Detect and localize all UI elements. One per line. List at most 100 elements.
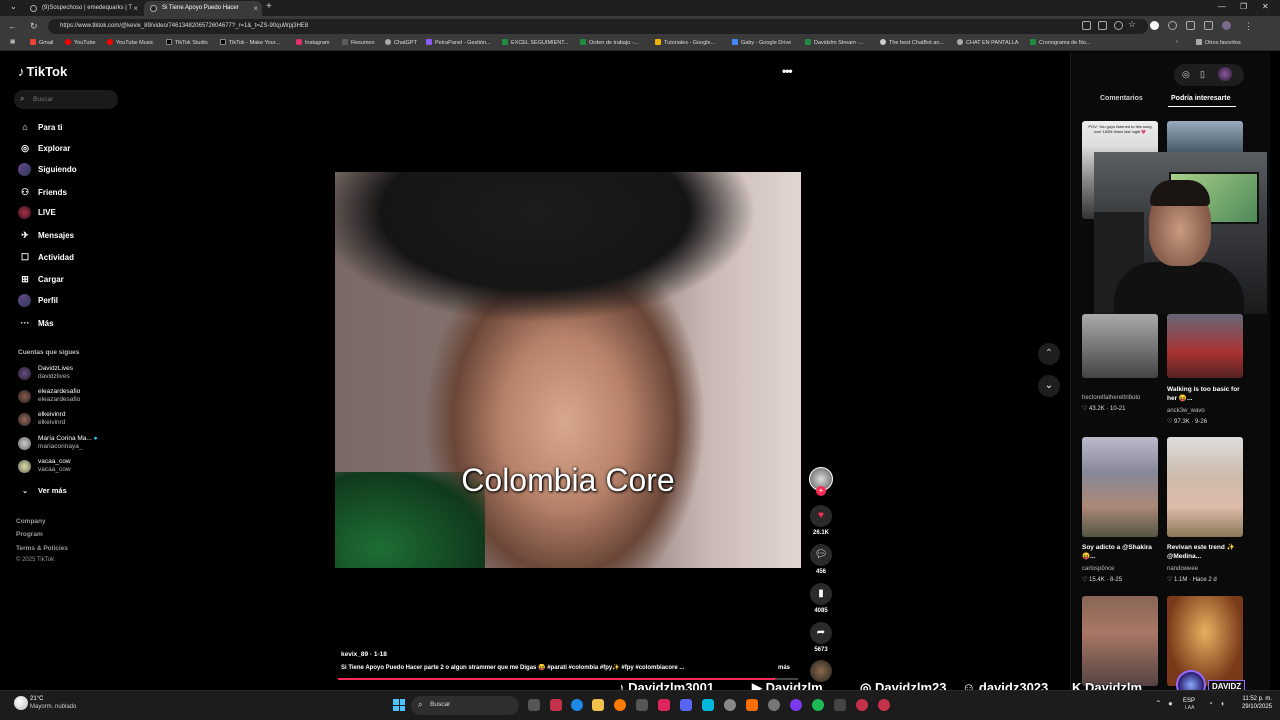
video-author[interactable]: kevix_89 · 1-18 [341, 651, 387, 658]
tiktok-app-icon[interactable] [658, 699, 670, 711]
tab-list-icon[interactable]: ⌄ [10, 2, 17, 11]
bookmark-item[interactable]: TikTok Studio [166, 39, 208, 46]
card-user[interactable]: hectorelfatherettributo [1082, 395, 1140, 401]
see-more-button[interactable]: ⌄ Ver más [18, 484, 67, 498]
recommended-card[interactable] [1082, 437, 1158, 537]
recommended-card[interactable] [1167, 437, 1243, 537]
discord-app-icon[interactable] [680, 699, 692, 711]
bookmark-item[interactable]: Cronograma de No... [1030, 39, 1090, 46]
nav-activity[interactable]: ☐ Actividad [18, 250, 74, 264]
tray-app-icon[interactable]: ● [1168, 699, 1173, 708]
card-caption[interactable]: Soy adicto a @Shakira 😝... [1082, 543, 1156, 561]
zoom-icon[interactable] [1114, 21, 1123, 30]
search-box[interactable]: ⌕ [14, 90, 118, 109]
close-tab-icon[interactable]: × [133, 1, 138, 16]
tiktok-logo[interactable]: ♪ TikTok [18, 64, 67, 79]
nav-friends[interactable]: ⚇ Friends [18, 185, 67, 199]
reload-icon[interactable]: ↻ [30, 21, 38, 32]
app-icon[interactable] [636, 699, 648, 711]
sync-icon[interactable] [1168, 21, 1177, 30]
back-icon[interactable]: ← [8, 21, 17, 31]
footer-terms-link[interactable]: Terms & Policies [16, 545, 68, 552]
app-icon[interactable] [702, 699, 714, 711]
extensions-puzzle-icon[interactable] [1186, 21, 1195, 30]
search-input[interactable] [33, 93, 113, 106]
app-icon[interactable] [834, 699, 846, 711]
edge-icon[interactable] [571, 699, 583, 711]
compass-icon[interactable]: ◎ [1182, 69, 1190, 80]
bookmark-item[interactable]: ChatGPT [385, 39, 417, 46]
minimize-icon[interactable]: — [1218, 2, 1226, 11]
next-video-button[interactable]: ⌄ [1038, 375, 1060, 397]
nav-following[interactable]: Siguiendo [18, 163, 77, 177]
description-more-button[interactable]: más [778, 665, 790, 671]
profile-avatar-icon[interactable] [1222, 21, 1231, 30]
url-field[interactable]: https://www.tiktok.com/@kevix_89/video/7… [48, 19, 1148, 34]
card-user[interactable]: carlospönce [1082, 566, 1114, 572]
other-bookmarks[interactable]: Otros favoritos [1196, 39, 1241, 46]
footer-program-link[interactable]: Program [16, 531, 43, 538]
bookmark-item[interactable]: YouTube [65, 39, 96, 46]
app-icon[interactable] [550, 699, 562, 711]
heart-icon[interactable]: ♥ [810, 505, 832, 527]
bookmark-item[interactable]: Davidzlm Stream -... [805, 39, 864, 46]
save-action[interactable]: ▮ 4085 [810, 583, 832, 614]
phone-icon[interactable]: ▯ [1200, 69, 1205, 80]
footer-company-link[interactable]: Company [16, 518, 46, 525]
avatar[interactable] [1218, 67, 1232, 81]
weather-icon[interactable] [14, 696, 28, 710]
task-view-icon[interactable] [528, 699, 540, 711]
maximize-icon[interactable]: ❐ [1240, 2, 1247, 11]
tab-2[interactable]: Si Tiene Apoyo Puedo Hacer × [144, 1, 262, 16]
file-explorer-icon[interactable] [592, 699, 604, 711]
bookmark-item[interactable]: Resumen [342, 39, 375, 46]
translate-icon[interactable] [1098, 21, 1107, 30]
sidepanel-icon[interactable] [1204, 21, 1213, 30]
weather-temp[interactable]: 21°C [30, 696, 43, 702]
follow-plus-icon[interactable]: + [816, 486, 826, 496]
nav-profile[interactable]: Perfil [18, 294, 58, 308]
comment-action[interactable]: 💬︎ 456 [810, 544, 832, 575]
bookmarks-chevron-icon[interactable]: › [1176, 39, 1178, 45]
kebab-menu-icon[interactable]: ⋮ [1244, 21, 1253, 32]
comment-icon[interactable]: 💬︎ [810, 544, 832, 566]
share-action[interactable]: ➦ 5673 [810, 622, 832, 653]
card-caption[interactable]: Walking is too basic for her 😝... [1167, 385, 1241, 403]
bookmark-item[interactable]: PetraPanel - Gestión... [426, 39, 491, 46]
share-icon[interactable]: ➦ [810, 622, 832, 644]
bookmark-item[interactable]: Gmail [30, 39, 53, 46]
weather-desc[interactable]: Mayorm. nublado [30, 704, 76, 710]
recommended-card[interactable] [1167, 314, 1243, 378]
nav-more[interactable]: ··· Más [18, 316, 54, 330]
apps-icon[interactable]: ▦ [10, 39, 15, 45]
bookmark-item[interactable]: TikTok - Make Your... [220, 39, 280, 46]
music-disc[interactable] [810, 660, 832, 682]
nav-explore[interactable]: ◎ Explorar [18, 141, 70, 155]
input-language[interactable]: ESP [1183, 698, 1195, 704]
nav-upload[interactable]: ⊞ Cargar [18, 272, 64, 286]
app-icon[interactable] [856, 699, 868, 711]
close-tab-icon[interactable]: × [253, 1, 258, 16]
music-disc-icon[interactable] [810, 660, 832, 682]
new-tab-button[interactable]: + [266, 1, 272, 12]
recommended-card[interactable] [1167, 596, 1243, 686]
tab-1[interactable]: (9)Sospechoso | emedequarks | T × [24, 1, 142, 16]
video-options-icon[interactable]: ••• [782, 64, 793, 78]
nav-live[interactable]: LIVE [18, 206, 56, 220]
volume-icon[interactable]: ◖ [1220, 699, 1225, 708]
clock-time[interactable]: 11:52 p. m. [1236, 696, 1272, 702]
bookmark-item[interactable]: Tutoriales - Google... [655, 39, 715, 46]
recommended-card[interactable] [1082, 314, 1158, 378]
nav-for-you[interactable]: ⌂ Para ti [18, 120, 62, 134]
tray-chevron-icon[interactable]: ⌃ [1155, 699, 1162, 708]
close-window-icon[interactable]: ✕ [1262, 2, 1269, 11]
start-button[interactable] [393, 699, 405, 711]
tab-recommended[interactable]: Podría interesarte [1171, 95, 1231, 102]
tab-comments[interactable]: Comentarios [1100, 95, 1143, 102]
bookmark-item[interactable]: Gaby - Google Drive [732, 39, 791, 46]
bookmark-item[interactable]: CHAT EN PANTALLA [957, 39, 1018, 46]
app-icon[interactable] [878, 699, 890, 711]
app-icon[interactable] [790, 699, 802, 711]
app-icon[interactable] [746, 699, 758, 711]
previous-video-button[interactable]: ⌃ [1038, 343, 1060, 365]
